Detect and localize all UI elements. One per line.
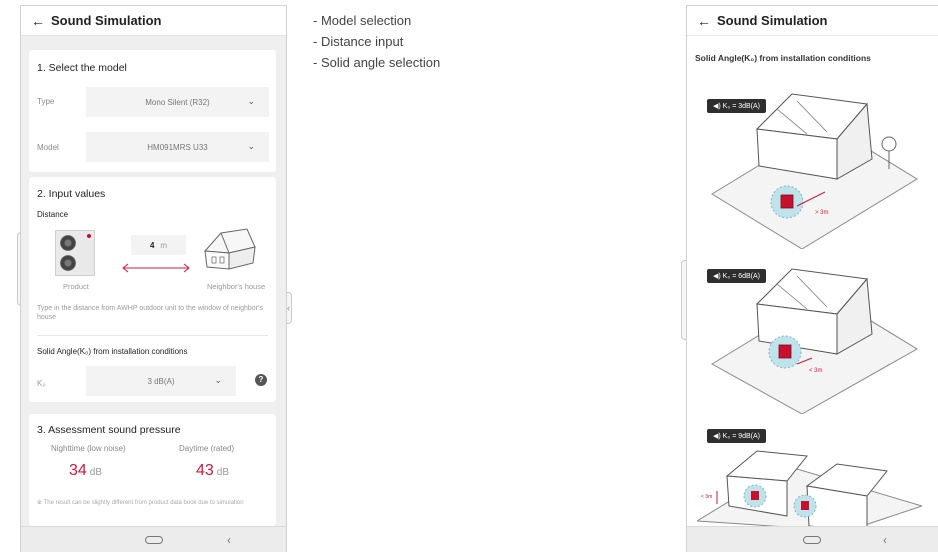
- solid-angle-title: Solid Angle(K₀) from installation condit…: [37, 347, 188, 356]
- app-bar: ← Sound Simulation: [687, 6, 938, 36]
- ko-select-value: 3 dB(A): [147, 376, 175, 386]
- neighbor-caption: Neighbor's house: [207, 282, 266, 291]
- ko-label: K₀: [37, 379, 46, 388]
- nighttime-value: 34 dB: [69, 462, 102, 480]
- ko-badge-text: K₀ = 9dB(A): [722, 433, 761, 440]
- ko-select[interactable]: 3 dB(A) ⌄: [86, 366, 236, 396]
- distance-label: > 3m: [815, 210, 829, 216]
- section-title: 2. Input values: [37, 188, 106, 200]
- solid-angle-subtitle: Solid Angle(K₀) from installation condit…: [695, 53, 871, 63]
- fan-icon: [60, 255, 76, 271]
- back-arrow-icon[interactable]: ←: [31, 13, 47, 29]
- nav-back-icon[interactable]: ‹: [227, 533, 231, 547]
- nighttime-label: Nighttime (low noise): [51, 444, 126, 453]
- model-label: Model: [37, 143, 59, 152]
- divider: [37, 335, 268, 336]
- system-nav-bar: ‹: [687, 526, 938, 552]
- nav-back-icon[interactable]: ‹: [883, 533, 887, 547]
- scene-illustration: < 3m: [711, 268, 918, 414]
- distance-arrow-icon: [122, 263, 190, 273]
- feature-item: - Model selection: [313, 13, 412, 28]
- chevron-down-icon: ⌄: [214, 375, 222, 385]
- page-title: Sound Simulation: [51, 13, 162, 28]
- model-select-value: HM091MRS U33: [147, 142, 208, 152]
- feature-item: - Distance input: [313, 34, 404, 49]
- distance-value: 4: [149, 240, 155, 250]
- daytime-number: 43: [196, 462, 214, 479]
- distance-label: Distance: [37, 210, 69, 219]
- daytime-value: 43 dB: [196, 462, 229, 480]
- home-icon[interactable]: [803, 536, 821, 544]
- disclaimer-note: ※ The result can be slightly different f…: [37, 500, 244, 506]
- type-select-value: Mono Silent (R32): [145, 97, 210, 107]
- brand-dot: [87, 234, 91, 238]
- section-title: 3. Assessment sound pressure: [37, 424, 181, 436]
- speaker-icon: ◀): [713, 433, 721, 440]
- product-caption: Product: [63, 282, 89, 291]
- home-icon[interactable]: [145, 536, 163, 544]
- help-icon[interactable]: ?: [255, 374, 267, 386]
- distance-label: < 3m: [809, 368, 823, 374]
- daytime-label: Daytime (rated): [179, 444, 235, 453]
- feature-list: - Model selection - Distance input - Sol…: [313, 10, 440, 73]
- feature-item: - Solid angle selection: [313, 55, 441, 70]
- select-model-card: 1. Select the model Type Mono Silent (R3…: [29, 50, 276, 172]
- ko-badge: ◀) K₀ = 9dB(A): [707, 429, 767, 443]
- app-bar: ← Sound Simulation: [21, 6, 286, 36]
- chevron-down-icon: ⌄: [247, 96, 255, 106]
- scene-illustration: < 3m: [697, 450, 922, 531]
- nighttime-number: 34: [69, 462, 87, 479]
- phone-screen-right: ← Sound Simulation Solid Angle(K₀) from …: [686, 5, 938, 552]
- chevron-down-icon: ⌄: [247, 141, 255, 151]
- type-label: Type: [37, 97, 55, 106]
- distance-label: < 3m: [701, 494, 712, 500]
- db-unit: dB: [216, 467, 230, 478]
- model-select[interactable]: HM091MRS U33 ⌄: [86, 132, 269, 162]
- fan-icon: [60, 235, 76, 251]
- scene-illustration: > 3m: [711, 93, 918, 249]
- back-arrow-icon[interactable]: ←: [697, 13, 713, 29]
- assessment-card: 3. Assessment sound pressure Nighttime (…: [29, 414, 276, 526]
- input-values-card: 2. Input values Distance 4 m Product Nei…: [29, 177, 276, 402]
- type-select[interactable]: Mono Silent (R32) ⌄: [86, 87, 269, 117]
- page-title: Sound Simulation: [717, 13, 828, 28]
- system-nav-bar: ‹: [21, 526, 286, 552]
- outdoor-unit-icon: [55, 230, 95, 276]
- phone-screen-left: ← Sound Simulation 1. Select the model T…: [20, 5, 287, 552]
- distance-unit: m: [160, 240, 168, 250]
- distance-input[interactable]: 4 m: [131, 235, 186, 255]
- distance-help-text: Type in the distance from AWHP outdoor u…: [37, 305, 263, 321]
- house-icon: [203, 228, 256, 270]
- section-title: 1. Select the model: [37, 62, 127, 74]
- db-unit: dB: [89, 467, 103, 478]
